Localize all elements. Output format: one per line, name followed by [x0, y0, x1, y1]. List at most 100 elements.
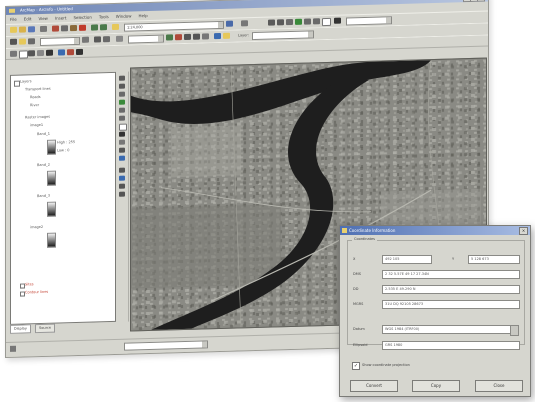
datum-dropdown-icon[interactable]: [510, 325, 519, 336]
toc-item[interactable]: Transport lines: [25, 87, 51, 92]
cut-icon[interactable]: [52, 25, 59, 32]
paste-icon[interactable]: [70, 24, 77, 32]
target-layer-combo[interactable]: [128, 34, 164, 44]
status-draw-icon[interactable]: [10, 345, 16, 352]
rotate-icon[interactable]: [184, 33, 191, 41]
task-combo[interactable]: [40, 36, 80, 47]
toc-layers[interactable]: Layers: [20, 79, 32, 83]
field-label: DD: [353, 287, 359, 291]
toc-item[interactable]: Sites: [25, 282, 34, 286]
rotate-tool-icon[interactable]: [103, 36, 110, 43]
tab-display[interactable]: Display: [10, 324, 31, 334]
line-color-icon[interactable]: [67, 49, 74, 56]
new-icon[interactable]: [10, 26, 17, 33]
print-icon[interactable]: [40, 25, 47, 33]
toc-item[interactable]: Contour lines: [25, 290, 48, 295]
measure-icon[interactable]: [119, 147, 125, 153]
redo-icon[interactable]: [100, 24, 107, 31]
tab-source[interactable]: Source: [35, 323, 56, 334]
split-tool-icon[interactable]: [94, 36, 101, 43]
dms-field[interactable]: 2 32 5.57E 49 17 27.34N: [382, 270, 520, 279]
editor-icon[interactable]: [226, 20, 233, 27]
toc-item[interactable]: River: [30, 103, 39, 107]
datum-field[interactable]: WGS 1984 (ITRF00): [382, 325, 512, 334]
open-icon[interactable]: [19, 26, 26, 33]
hyperlink-icon[interactable]: [119, 155, 125, 161]
zoom-out-icon[interactable]: [277, 19, 284, 26]
flicker-icon[interactable]: [119, 175, 125, 181]
close-button[interactable]: [477, 0, 485, 2]
dd-field[interactable]: 2.535 E 49.290 N: [382, 285, 520, 294]
edit-tool-icon[interactable]: [28, 38, 35, 45]
menu-tools[interactable]: Tools: [99, 13, 109, 20]
toc-item[interactable]: Roads: [30, 95, 41, 99]
pan-icon[interactable]: [119, 91, 125, 97]
menu-insert[interactable]: Insert: [55, 14, 66, 21]
menu-file[interactable]: File: [10, 16, 17, 23]
update-icon[interactable]: [223, 32, 230, 39]
editor-menu-icon[interactable]: [10, 38, 17, 45]
select-features-icon[interactable]: [322, 17, 331, 27]
menu-window[interactable]: Window: [116, 12, 132, 19]
attributes-icon[interactable]: [116, 35, 123, 42]
save-icon[interactable]: [28, 26, 35, 33]
y-field[interactable]: 5 128 673: [468, 255, 520, 264]
forward-extent-icon[interactable]: [313, 18, 320, 25]
menu-edit[interactable]: Edit: [24, 15, 32, 22]
delete-icon[interactable]: [79, 24, 86, 31]
ellipsoid-field[interactable]: GRS 1980: [382, 341, 520, 350]
view-link-table-icon[interactable]: [175, 34, 182, 41]
arctoolbox-icon[interactable]: [241, 20, 248, 27]
status-combo[interactable]: [124, 340, 208, 351]
copy-button[interactable]: Copy: [412, 380, 460, 392]
new-text-icon[interactable]: [46, 49, 53, 56]
back-icon[interactable]: [119, 107, 125, 113]
identify-icon[interactable]: [334, 17, 341, 24]
font-color-icon[interactable]: [76, 48, 83, 56]
transparency-icon[interactable]: [119, 191, 125, 197]
menu-selection[interactable]: Selection: [73, 14, 91, 22]
pointer-icon[interactable]: [119, 123, 127, 131]
adjust-icon[interactable]: [119, 183, 125, 189]
toc-item[interactable]: Raster images: [25, 115, 50, 120]
toc-item[interactable]: image2: [30, 225, 43, 229]
mgrs-field[interactable]: 31U DQ 92105 28673: [382, 300, 520, 309]
undo-icon[interactable]: [91, 24, 98, 31]
convert-button[interactable]: Convert: [350, 380, 398, 392]
rotate-element-icon[interactable]: [28, 50, 35, 57]
menu-view[interactable]: View: [38, 15, 48, 22]
select-elements-icon[interactable]: [19, 50, 28, 59]
toc-item[interactable]: image1: [30, 123, 43, 127]
fit-to-display-icon[interactable]: [202, 33, 209, 40]
zoom-out-icon[interactable]: [119, 83, 125, 89]
toc-item[interactable]: Band_3: [37, 194, 50, 198]
swipe-icon[interactable]: [119, 167, 125, 173]
dialog-close-icon[interactable]: ×: [519, 227, 528, 235]
toc-item[interactable]: Band_1: [37, 132, 50, 136]
back-extent-icon[interactable]: [304, 18, 311, 25]
forward-icon[interactable]: [119, 115, 125, 121]
globe-icon[interactable]: [119, 99, 125, 105]
menu-help[interactable]: Help: [139, 12, 148, 19]
sketch-tool-icon[interactable]: [19, 38, 26, 45]
close-button[interactable]: Close: [475, 380, 523, 392]
zoom-in-icon[interactable]: [268, 19, 275, 26]
shift-icon[interactable]: [193, 33, 200, 40]
add-data-icon[interactable]: [112, 23, 119, 31]
zoom-in-icon[interactable]: [119, 75, 125, 81]
find-icon[interactable]: [119, 139, 125, 145]
copy-icon[interactable]: [61, 25, 68, 32]
rectify-icon[interactable]: [214, 32, 221, 40]
full-extent-icon[interactable]: [295, 18, 302, 25]
toc-item[interactable]: Band_2: [37, 163, 50, 167]
fill-color-icon[interactable]: [58, 49, 65, 56]
target-icon[interactable]: [82, 36, 89, 43]
identify-icon[interactable]: [119, 131, 125, 137]
drawing-menu-icon[interactable]: [10, 50, 17, 57]
x-field[interactable]: 492 105: [382, 255, 432, 264]
toolbar-combo-2[interactable]: [346, 16, 392, 26]
projection-checkbox[interactable]: ✓: [352, 362, 360, 370]
pan-icon[interactable]: [286, 18, 293, 26]
new-rectangle-icon[interactable]: [37, 49, 44, 57]
add-control-points-icon[interactable]: [166, 34, 173, 41]
